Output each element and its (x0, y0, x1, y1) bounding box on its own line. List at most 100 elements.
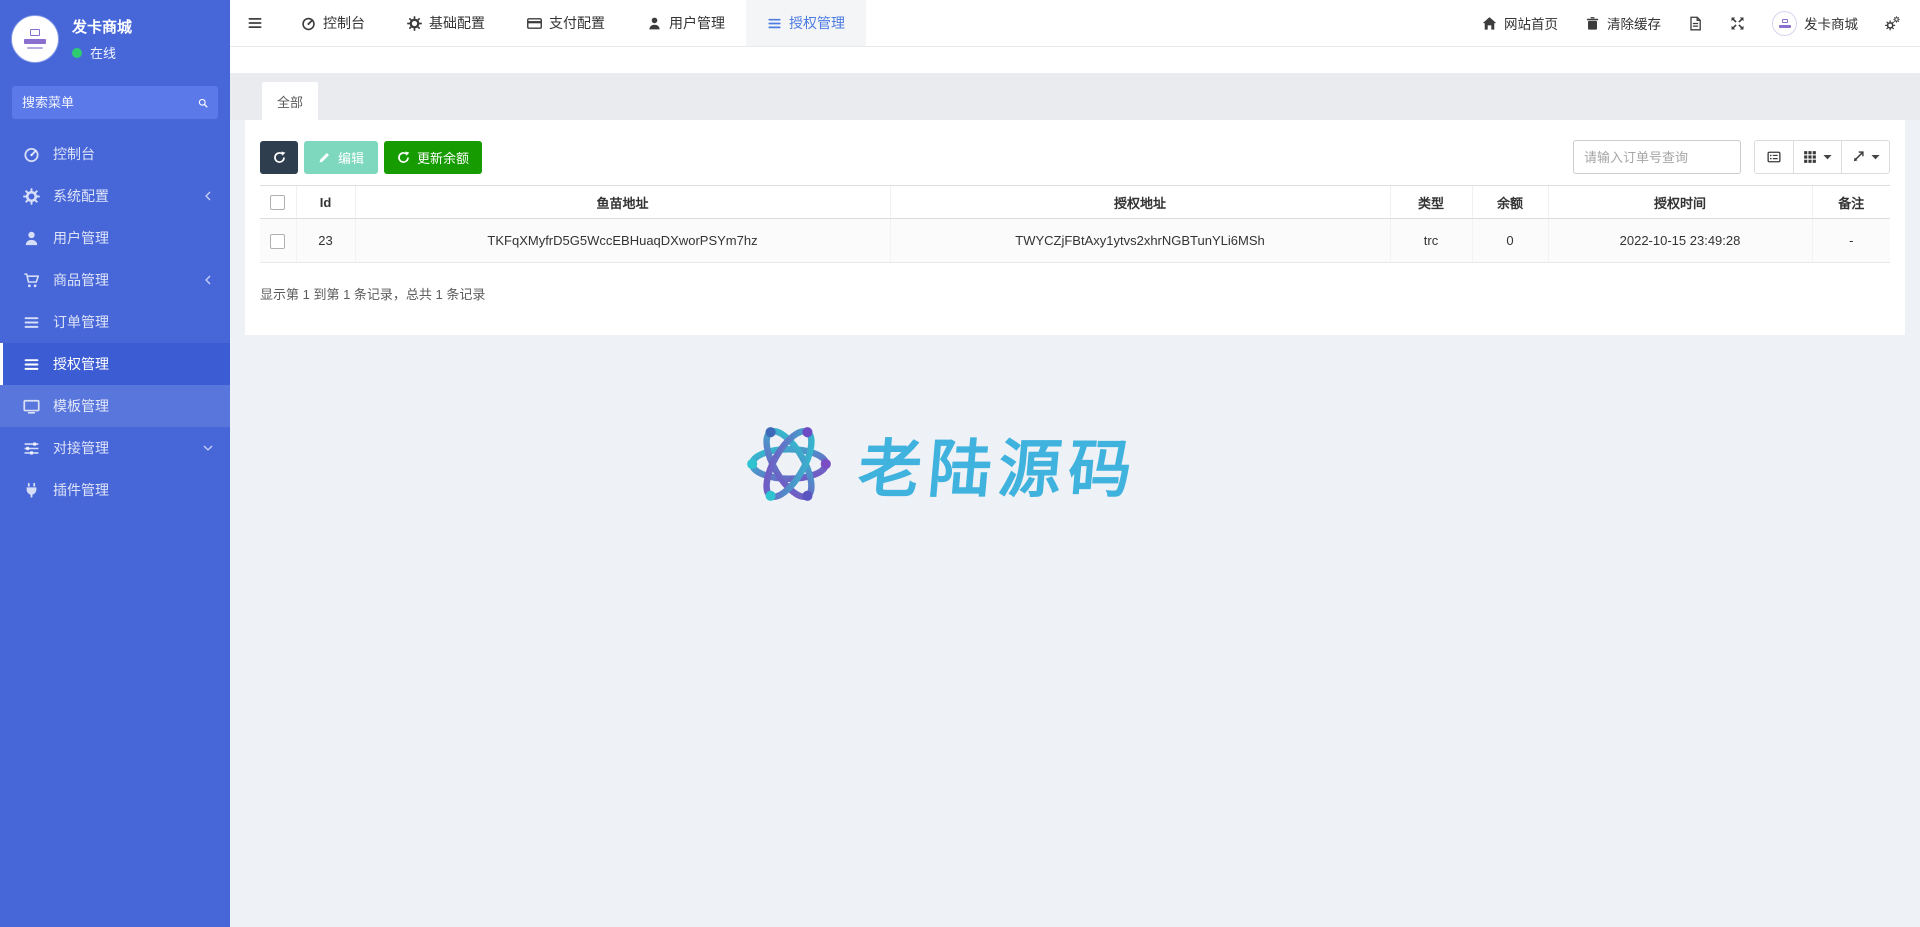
user-icon (647, 16, 662, 31)
refresh-button[interactable] (260, 141, 298, 174)
detail-view-button[interactable] (1754, 140, 1794, 174)
sidebar-item-label: 对接管理 (53, 438, 109, 458)
column-header-auth-time[interactable]: 授权时间 (1548, 186, 1812, 219)
update-balance-label: 更新余额 (417, 148, 469, 167)
tachometer-icon (301, 16, 316, 31)
clear-cache-button[interactable]: 清除缓存 (1585, 13, 1661, 33)
export-button[interactable] (1841, 140, 1890, 174)
list-icon (23, 356, 40, 373)
cell-balance: 0 (1472, 219, 1548, 263)
watermark: 老陆源码 (743, 418, 1139, 510)
sidebar-item-user-management[interactable]: 用户管理 (0, 217, 230, 259)
column-header-type[interactable]: 类型 (1390, 186, 1472, 219)
column-header-fry-address[interactable]: 鱼苗地址 (355, 186, 890, 219)
nav-tab-console[interactable]: 控制台 (280, 0, 386, 46)
sidebar-menu: 控制台 系统配置 用户管理 商品管理 订单管理 授权管 (0, 133, 230, 511)
edit-button[interactable]: 编辑 (304, 141, 378, 174)
home-icon (1482, 16, 1497, 31)
fullscreen-button[interactable] (1730, 16, 1745, 31)
chevron-left-icon (202, 274, 214, 286)
cogs-icon (1885, 16, 1900, 31)
nav-tab-label: 用户管理 (669, 13, 725, 33)
order-search-input[interactable] (1573, 140, 1741, 174)
online-status-label: 在线 (90, 43, 116, 62)
nav-tab-payment-config[interactable]: 支付配置 (506, 0, 626, 46)
select-all-checkbox[interactable] (270, 195, 285, 210)
sidebar-item-console[interactable]: 控制台 (0, 133, 230, 175)
cell-auth-time: 2022-10-15 23:49:28 (1548, 219, 1812, 263)
fullscreen-icon (1730, 16, 1745, 31)
pencil-icon (318, 151, 331, 164)
sidebar-item-label: 插件管理 (53, 480, 109, 500)
cell-fry-address: TKFqXMyfrD5G5WccEBHuaqDXworPSYm7hz (355, 219, 890, 263)
top-navbar: 控制台 基础配置 支付配置 用户管理 授权管理 (230, 0, 1920, 47)
user-menu[interactable]: 发卡商城 (1772, 11, 1858, 36)
nav-tab-label: 基础配置 (429, 13, 485, 33)
watermark-text: 老陆源码 (855, 419, 1143, 510)
caret-down-icon (1871, 154, 1880, 160)
column-header-auth-address[interactable]: 授权地址 (890, 186, 1390, 219)
plug-icon (23, 482, 40, 499)
menu-icon (247, 15, 263, 31)
sidebar-item-system-config[interactable]: 系统配置 (0, 175, 230, 217)
refresh-icon (273, 151, 286, 164)
toolbar-right (1573, 140, 1890, 174)
row-checkbox[interactable] (270, 234, 285, 249)
sidebar-item-product-management[interactable]: 商品管理 (0, 259, 230, 301)
list-icon (23, 314, 40, 331)
caret-down-icon (1823, 154, 1832, 160)
column-header-remark[interactable]: 备注 (1812, 186, 1890, 219)
tachometer-icon (23, 146, 40, 163)
top-nav-tabs: 控制台 基础配置 支付配置 用户管理 授权管理 (280, 0, 866, 46)
sidebar-item-plugin-management[interactable]: 插件管理 (0, 469, 230, 511)
refresh-icon (397, 151, 410, 164)
template-icon (23, 398, 40, 415)
chevron-down-icon (202, 442, 214, 454)
sidebar-item-order-management[interactable]: 订单管理 (0, 301, 230, 343)
sidebar-item-integration-management[interactable]: 对接管理 (0, 427, 230, 469)
settings-button[interactable] (1885, 16, 1900, 31)
column-header-id[interactable]: Id (296, 186, 355, 219)
records-summary: 显示第 1 到第 1 条记录，总共 1 条记录 (260, 284, 1890, 303)
nav-tab-user-management[interactable]: 用户管理 (626, 0, 746, 46)
user-avatar (1772, 11, 1797, 36)
nav-tab-authorization-management[interactable]: 授权管理 (746, 0, 866, 46)
table-header-row: Id 鱼苗地址 授权地址 类型 余额 授权时间 备注 (260, 186, 1890, 219)
search-icon[interactable] (198, 96, 208, 110)
credit-card-icon (527, 16, 542, 31)
sidebar-item-label: 授权管理 (53, 354, 109, 374)
sidebar-toggle-button[interactable] (230, 0, 280, 46)
sidebar-item-label: 模板管理 (53, 396, 109, 416)
column-header-balance[interactable]: 余额 (1472, 186, 1548, 219)
tab-all[interactable]: 全部 (262, 82, 318, 120)
table-row[interactable]: 23 TKFqXMyfrD5G5WccEBHuaqDXworPSYm7hz TW… (260, 219, 1890, 263)
sidebar-item-label: 控制台 (53, 144, 95, 164)
export-icon (1851, 150, 1865, 164)
nav-tab-label: 支付配置 (549, 13, 605, 33)
columns-button[interactable] (1793, 140, 1842, 174)
site-title: 发卡商城 (72, 16, 132, 37)
cell-auth-address: TWYCZjFBtAxy1ytvs2xhrNGBTunYLi6MSh (890, 219, 1390, 263)
online-status: 在线 (72, 43, 132, 62)
site-home-link[interactable]: 网站首页 (1482, 13, 1558, 33)
atom-logo-icon (743, 418, 835, 510)
sidebar-item-template-management[interactable]: 模板管理 (0, 385, 230, 427)
site-logo-avatar (12, 16, 58, 62)
edit-button-label: 编辑 (338, 148, 364, 167)
list-icon (767, 16, 782, 31)
menu-search-input[interactable] (22, 95, 198, 110)
sidebar-item-authorization-management[interactable]: 授权管理 (0, 343, 230, 385)
detail-view-icon (1767, 150, 1781, 164)
sidebar-user-panel: 发卡商城 在线 (0, 0, 230, 74)
nav-tab-basic-config[interactable]: 基础配置 (386, 0, 506, 46)
language-button[interactable] (1688, 16, 1703, 31)
sliders-icon (23, 440, 40, 457)
update-balance-button[interactable]: 更新余额 (384, 141, 482, 174)
cart-icon (23, 272, 40, 289)
sidebar-item-label: 用户管理 (53, 228, 109, 248)
sidebar-item-label: 订单管理 (53, 312, 109, 332)
table-toolbar: 编辑 更新余额 (260, 140, 1890, 174)
user-menu-label: 发卡商城 (1804, 13, 1858, 33)
trash-icon (1585, 16, 1600, 31)
nav-tab-label: 控制台 (323, 13, 365, 33)
